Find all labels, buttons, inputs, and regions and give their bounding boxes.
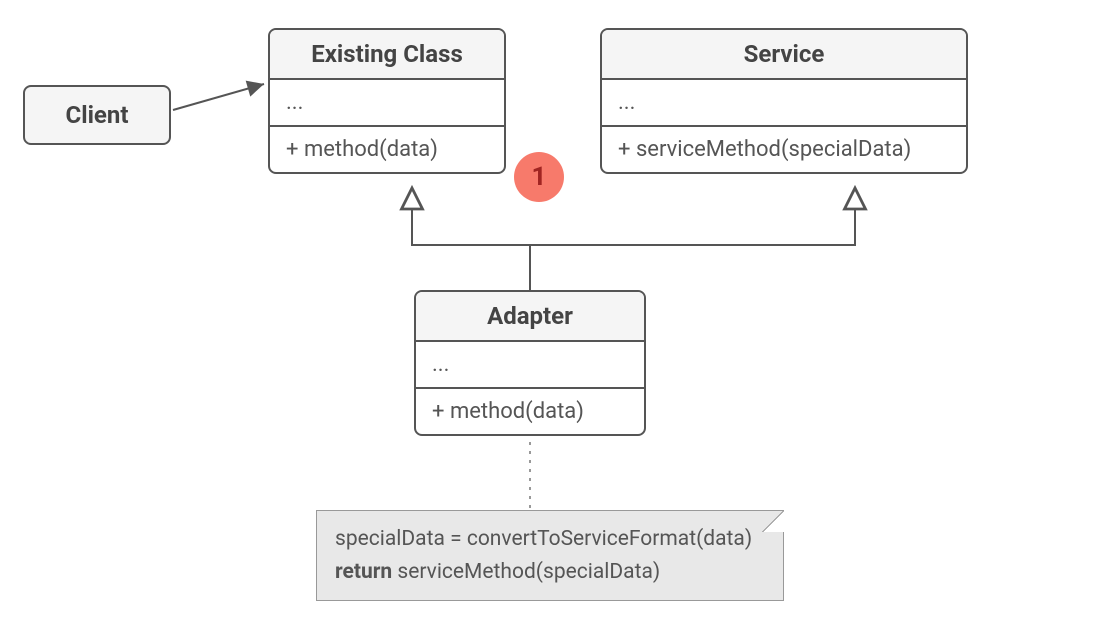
note-return-keyword: return: [335, 560, 392, 584]
badge-number: 1: [532, 162, 547, 192]
assoc-client-existing: [173, 84, 264, 110]
adapter-class-method: + method(data): [416, 389, 644, 434]
inherit-adapter-service: [530, 188, 855, 290]
existing-class-method: + method(data): [270, 127, 504, 172]
adapter-class-title: Adapter: [416, 292, 644, 342]
adapter-class-attrs: ...: [416, 342, 644, 389]
existing-class-attrs: ...: [270, 80, 504, 127]
note-line-1: specialData = convertToServiceFormat(dat…: [335, 523, 765, 556]
inherit-adapter-existing: [412, 188, 530, 290]
existing-class-title: Existing Class: [270, 30, 504, 80]
service-class-attrs: ...: [602, 80, 966, 127]
service-class: Service ... + serviceMethod(specialData): [600, 28, 968, 174]
adapter-note: specialData = convertToServiceFormat(dat…: [316, 510, 784, 601]
client-title: Client: [66, 101, 129, 129]
client-class: Client: [23, 85, 171, 145]
existing-class: Existing Class ... + method(data): [268, 28, 506, 174]
note-fold-icon: [762, 510, 784, 532]
service-class-title: Service: [602, 30, 966, 80]
note-line-2-rest: serviceMethod(specialData): [392, 560, 660, 584]
service-class-method: + serviceMethod(specialData): [602, 127, 966, 172]
note-line-2: return serviceMethod(specialData): [335, 556, 765, 589]
adapter-class: Adapter ... + method(data): [414, 290, 646, 436]
annotation-badge-1: 1: [514, 152, 564, 202]
